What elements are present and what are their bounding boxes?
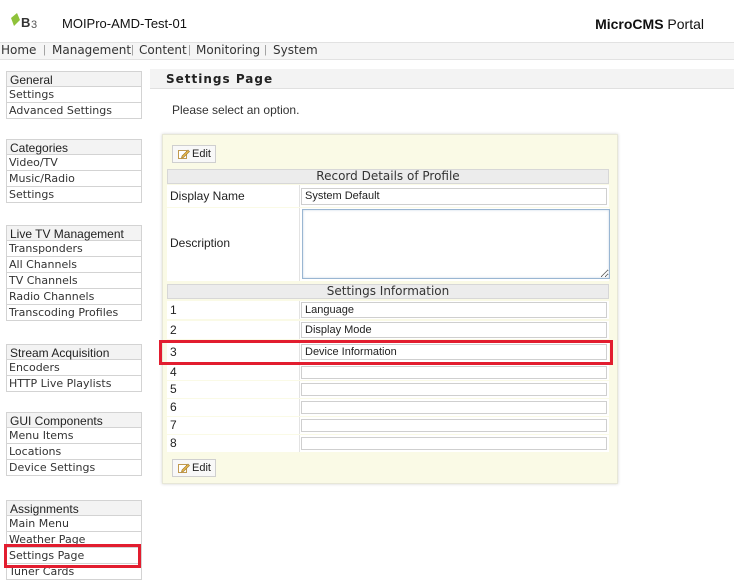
sidebar-group-general: General Settings Advanced Settings [6, 71, 142, 119]
sidebar-item-menu-items[interactable]: Menu Items [6, 428, 142, 444]
display-name-label: Display Name [170, 189, 245, 203]
profile-details-header: Record Details of Profile [167, 169, 609, 184]
sidebar-item-weather-page[interactable]: Weather Page [6, 532, 142, 548]
sidebar-group-live-tv-management: Live TV Management Transponders All Chan… [6, 225, 142, 321]
settings-row: 5 [167, 381, 609, 398]
row-divider [299, 417, 300, 434]
row-divider [299, 185, 300, 207]
sidebar-item-advanced-settings[interactable]: Advanced Settings [6, 103, 142, 119]
settings-row: 1 Language [167, 301, 609, 319]
edit-button-label: Edit [192, 148, 211, 160]
edit-icon [178, 149, 190, 159]
row-divider [299, 399, 300, 416]
settings-row-number: 2 [170, 323, 177, 337]
page-title: Settings Page [166, 72, 274, 86]
sidebar-item-main-menu[interactable]: Main Menu [6, 516, 142, 532]
sidebar-item-settings[interactable]: Settings [6, 87, 142, 103]
sidebar-group-title: Stream Acquisition [6, 344, 142, 360]
sidebar-item-http-live-playlists[interactable]: HTTP Live Playlists [6, 376, 142, 392]
description-label: Description [170, 236, 231, 250]
settings-row-value[interactable]: Display Mode [301, 322, 607, 338]
settings-row-number: 3 [170, 345, 177, 359]
settings-row: 3 Device Information [167, 341, 609, 362]
sidebar-item-transcoding-profiles[interactable]: Transcoding Profiles [6, 305, 142, 321]
row-divider [299, 364, 300, 380]
sidebar-item-tv-channels[interactable]: TV Channels [6, 273, 142, 289]
sidebar-item-category-settings[interactable]: Settings [6, 187, 142, 203]
settings-row-value[interactable] [301, 419, 607, 432]
row-divider [299, 341, 300, 362]
sidebar-group-title: General [6, 71, 142, 87]
settings-row-value[interactable] [301, 383, 607, 396]
app-header: B 3 MOIPro-AMD-Test-01 MicroCMS Portal [0, 0, 734, 42]
sidebar-group-title: Categories [6, 139, 142, 155]
sidebar-item-radio-channels[interactable]: Radio Channels [6, 289, 142, 305]
settings-row-value[interactable] [301, 401, 607, 414]
sidebar-group-assignments: Assignments Main Menu Weather Page Setti… [6, 500, 142, 580]
settings-row-number: 4 [170, 365, 177, 379]
sidebar-group-title: GUI Components [6, 412, 142, 428]
settings-row: 4 [167, 364, 609, 380]
sidebar-item-locations[interactable]: Locations [6, 444, 142, 460]
settings-information-header: Settings Information [167, 284, 609, 299]
row-divider [299, 208, 300, 281]
settings-row-number: 1 [170, 303, 177, 317]
edit-button-bottom[interactable]: Edit [172, 459, 216, 477]
app-title: MOIPro-AMD-Test-01 [62, 16, 187, 31]
nav-separator: | [264, 44, 267, 56]
nav-separator: | [188, 44, 191, 56]
settings-row-number: 7 [170, 418, 177, 432]
nav-content[interactable]: Content [139, 43, 187, 59]
sidebar-group-stream-acquisition: Stream Acquisition Encoders HTTP Live Pl… [6, 344, 142, 392]
settings-row: 8 [167, 435, 609, 452]
edit-button-top[interactable]: Edit [172, 145, 216, 163]
settings-row-value[interactable]: Language [301, 302, 607, 318]
sidebar-group-title: Assignments [6, 500, 142, 516]
settings-row-value[interactable]: Device Information [301, 344, 607, 360]
sidebar-group-title: Live TV Management [6, 225, 142, 241]
nav-system[interactable]: System [273, 43, 318, 59]
display-name-row: Display Name System Default [167, 185, 609, 207]
sidebar-group-gui-components: GUI Components Menu Items Locations Devi… [6, 412, 142, 476]
portal-name: MicroCMS Portal [595, 16, 704, 32]
sidebar-item-music-radio[interactable]: Music/Radio [6, 171, 142, 187]
nav-monitoring[interactable]: Monitoring [196, 43, 260, 59]
page-heading-bar: Settings Page [150, 69, 734, 89]
settings-row-value[interactable] [301, 366, 607, 379]
edit-button-label: Edit [192, 462, 211, 474]
sidebar-item-tuner-cards[interactable]: Tuner Cards [6, 564, 142, 580]
settings-row-number: 6 [170, 400, 177, 414]
top-nav: Home | Management | Content | Monitoring… [0, 42, 734, 60]
sidebar-item-transponders[interactable]: Transponders [6, 241, 142, 257]
sidebar-item-all-channels[interactable]: All Channels [6, 257, 142, 273]
settings-row-number: 5 [170, 382, 177, 396]
nav-separator: | [43, 44, 46, 56]
settings-row: 7 [167, 417, 609, 434]
svg-text:B: B [21, 15, 30, 30]
row-divider [299, 381, 300, 398]
row-divider [299, 435, 300, 452]
edit-icon [178, 463, 190, 473]
row-divider [299, 321, 300, 339]
logo-icon: B 3 [11, 13, 37, 31]
sidebar-group-categories: Categories Video/TV Music/Radio Settings [6, 139, 142, 203]
svg-text:3: 3 [31, 19, 37, 31]
settings-row-value[interactable] [301, 437, 607, 450]
settings-row: 6 [167, 399, 609, 416]
settings-row: 2 Display Mode [167, 321, 609, 339]
settings-row-number: 8 [170, 436, 177, 450]
sidebar-item-settings-page[interactable]: Settings Page [6, 548, 142, 564]
sidebar-item-video-tv[interactable]: Video/TV [6, 155, 142, 171]
description-field[interactable] [302, 209, 610, 279]
page-subtitle: Please select an option. [172, 103, 300, 117]
display-name-field[interactable]: System Default [301, 188, 607, 205]
nav-separator: | [131, 44, 134, 56]
nav-home[interactable]: Home [1, 43, 36, 59]
sidebar-item-encoders[interactable]: Encoders [6, 360, 142, 376]
row-divider [299, 301, 300, 319]
nav-management[interactable]: Management [52, 43, 131, 59]
sidebar-item-device-settings[interactable]: Device Settings [6, 460, 142, 476]
